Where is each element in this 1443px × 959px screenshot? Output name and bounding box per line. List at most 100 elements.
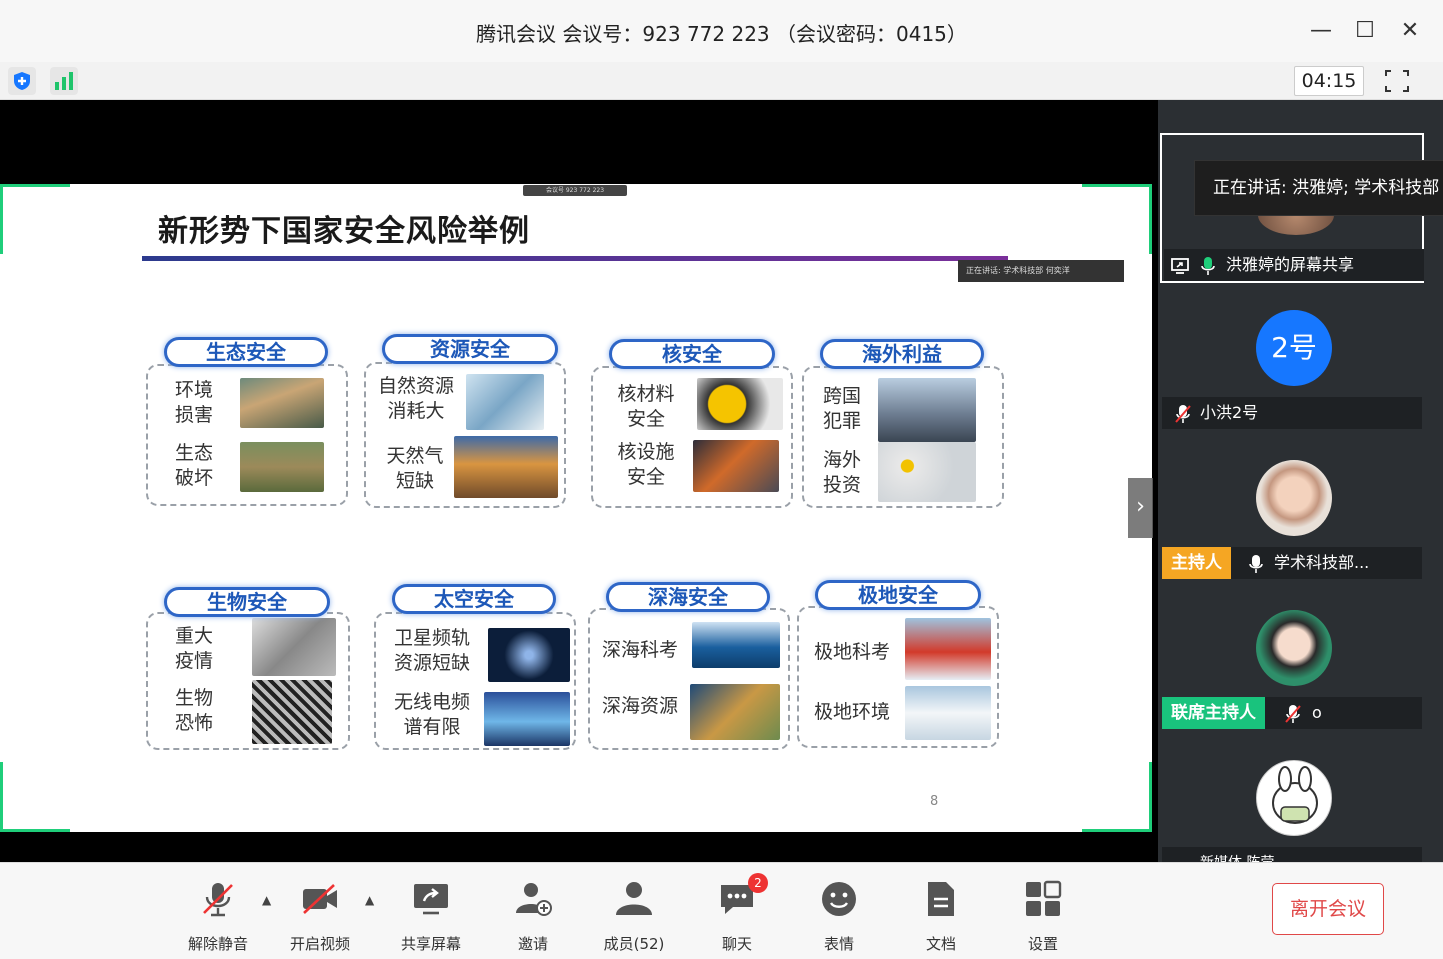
card-deepsea: 深海科考 深海资源 — [588, 608, 790, 750]
chat-label: 聊天 — [721, 935, 752, 953]
screen-share-icon — [1170, 255, 1190, 287]
invite-button[interactable]: 邀请 — [490, 873, 576, 953]
participant-tile[interactable]: 2号 小洪2号 — [1160, 290, 1424, 440]
card-item: 深海科考 — [601, 639, 678, 661]
signal-icon[interactable] — [50, 67, 78, 95]
card-item: 重大 疫情 — [174, 625, 213, 672]
members-icon — [614, 879, 654, 919]
participant-name-bar: 主持人 学术科技部... — [1162, 547, 1422, 579]
fullscreen-icon[interactable] — [1380, 66, 1414, 96]
card-head: 资源安全 — [382, 334, 558, 364]
satellite-image — [488, 628, 570, 682]
participant-name: 新媒体 陈莹 — [1200, 847, 1274, 862]
title-bar: 腾讯会议 会议号：923 772 223 （会议密码：0415） — ☐ ✕ — [0, 0, 1443, 62]
card-head: 生态安全 — [164, 337, 328, 367]
card-item: 核设施 安全 — [617, 441, 675, 488]
app-grid-icon — [1023, 879, 1063, 919]
card-resource: 自然资源 消耗大 天然气 短缺 — [364, 362, 566, 508]
chevron-right-icon[interactable]: › — [1128, 478, 1153, 538]
participant-tile[interactable]: 主持人 学术科技部... — [1160, 440, 1424, 590]
host-badge: 主持人 — [1162, 547, 1231, 579]
nuclear-facility-image — [693, 440, 779, 492]
avatar — [1256, 610, 1332, 686]
camera-off-icon — [300, 879, 340, 919]
mic-muted-icon — [1284, 703, 1301, 723]
minimize-button[interactable]: — — [1304, 16, 1338, 46]
card-item: 卫星频轨 资源短缺 — [393, 627, 470, 674]
card-polar: 极地科考 极地环境 — [797, 606, 999, 748]
participant-name: 小洪2号 — [1200, 403, 1259, 422]
chat-button[interactable]: 2 聊天 — [694, 873, 780, 953]
emoji-button[interactable]: 表情 — [796, 873, 882, 953]
deep-sea-resource-image — [690, 684, 780, 740]
share-screen-icon — [411, 879, 451, 919]
card-item: 极地环境 — [813, 701, 890, 723]
settings-button[interactable]: 设置 — [1000, 873, 1086, 953]
speaker-tag: 正在讲话: 学术科技部 何奕洋 — [958, 260, 1124, 282]
meeting-toolbar: 04:15 — [0, 62, 1443, 100]
members-button[interactable]: 成员(52) — [591, 873, 677, 953]
leave-meeting-button[interactable]: 离开会议 — [1272, 883, 1384, 935]
frame-corner — [1082, 184, 1152, 254]
title-underline — [142, 256, 1008, 261]
members-label: 成员(52) — [603, 935, 665, 953]
avatar — [1256, 460, 1332, 536]
participant-tile[interactable]: 联席主持人 o — [1160, 590, 1424, 740]
card-item: 生物 恐怖 — [174, 687, 213, 734]
participant-panel: 洪雅婷的屏幕共享 2号 小洪2号 主持人 学术科技部... 联席主持人 o 正在… — [1158, 100, 1443, 862]
participant-name: o — [1312, 703, 1322, 722]
card-item: 无线电频 谱有限 — [393, 691, 470, 738]
frame-corner — [1082, 762, 1152, 832]
shared-slide: 会议号 923 772 223 新形势下国家安全风险举例 正在讲话: 学术科技部… — [0, 184, 1152, 832]
video-label: 开启视频 — [289, 935, 350, 953]
card-head: 深海安全 — [606, 582, 770, 612]
ecology-image — [240, 442, 324, 492]
window-title: 腾讯会议 会议号：923 772 223 （会议密码：0415） — [476, 22, 967, 46]
participant-tile[interactable]: 新媒体 陈莹 — [1160, 740, 1424, 862]
polar-environment-image — [905, 686, 991, 740]
chevron-up-icon[interactable]: ▲ — [262, 893, 276, 907]
deep-sea-research-image — [692, 622, 780, 668]
card-nuclear: 核材料 安全 核设施 安全 — [591, 366, 793, 508]
add-user-icon — [513, 879, 553, 919]
docs-label: 文档 — [925, 935, 956, 953]
card-item: 深海资源 — [601, 695, 678, 717]
card-item: 海外 投资 — [822, 449, 861, 496]
epidemic-image — [252, 618, 336, 676]
polar-research-image — [905, 618, 991, 680]
mic-icon — [1200, 255, 1216, 275]
participant-name: 学术科技部... — [1274, 553, 1370, 572]
start-video-button[interactable]: 开启视频 — [277, 873, 363, 953]
avatar: 2号 — [1256, 310, 1332, 386]
participant-name: 洪雅婷的屏幕共享 — [1226, 255, 1355, 274]
meeting-timer: 04:15 — [1294, 66, 1364, 96]
share-label: 共享屏幕 — [400, 935, 461, 953]
settings-label: 设置 — [1027, 935, 1058, 953]
crime-image — [878, 378, 976, 442]
mic-muted-icon — [198, 879, 238, 919]
shield-icon[interactable] — [8, 67, 36, 95]
meeting-number-tag: 会议号 923 772 223 — [523, 185, 627, 196]
maximize-button[interactable]: ☐ — [1348, 16, 1382, 46]
card-bio: 重大 疫情 生物 恐怖 — [146, 612, 350, 750]
card-overseas: 跨国 犯罪 海外 投资 — [802, 366, 1004, 508]
participant-name-bar: 小洪2号 — [1162, 397, 1422, 429]
mic-icon — [1248, 553, 1264, 573]
docs-button[interactable]: 文档 — [898, 873, 984, 953]
nuclear-material-image — [697, 378, 783, 430]
card-item: 环境 损害 — [174, 379, 213, 426]
talking-indicator: 正在讲话: 洪雅婷; 学术科技部 — [1194, 160, 1443, 216]
gas-image — [454, 436, 558, 498]
chevron-up-icon[interactable]: ▲ — [365, 893, 379, 907]
card-head: 生物安全 — [164, 587, 330, 617]
close-button[interactable]: ✕ — [1393, 16, 1427, 46]
card-item: 自然资源 消耗大 — [377, 375, 454, 422]
slide-title: 新形势下国家安全风险举例 — [158, 214, 530, 249]
investment-map-image — [878, 442, 976, 502]
document-icon — [921, 879, 961, 919]
chat-badge: 2 — [748, 873, 768, 893]
unmute-button[interactable]: 解除静音 — [175, 873, 261, 953]
share-screen-button[interactable]: 共享屏幕 — [388, 873, 474, 953]
participant-name-bar: 洪雅婷的屏幕共享 — [1164, 249, 1424, 281]
card-item: 天然气 短缺 — [386, 445, 444, 492]
